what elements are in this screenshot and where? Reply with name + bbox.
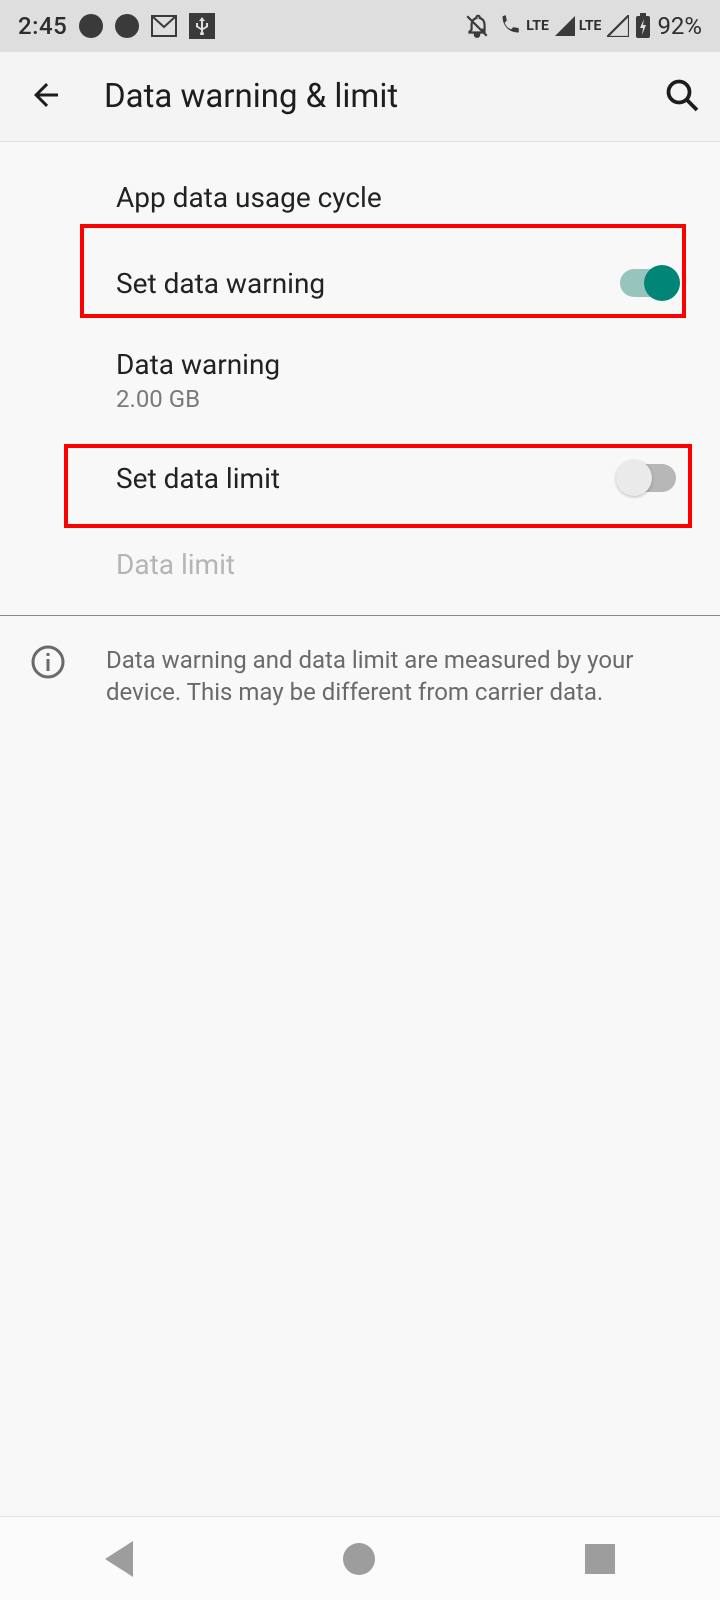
signal-strength-icon — [555, 16, 575, 36]
gmail-icon — [151, 15, 177, 37]
info-icon — [30, 644, 66, 709]
status-time: 2:45 — [18, 12, 67, 40]
row-label: Data limit — [116, 548, 235, 581]
messenger-notification-icon — [115, 14, 139, 38]
row-label: Set data warning — [116, 267, 620, 300]
row-label: Data warning — [116, 348, 280, 381]
signal-strength-empty-icon — [607, 15, 629, 37]
battery-percentage: 92% — [657, 12, 702, 40]
toggle-set-data-warning[interactable] — [620, 269, 676, 297]
row-data-warning[interactable]: Data warning 2.00 GB — [0, 326, 720, 435]
back-button[interactable] — [28, 77, 64, 117]
app-bar: Data warning & limit — [0, 52, 720, 142]
info-text: Data warning and data limit are measured… — [106, 644, 684, 709]
usb-icon — [189, 13, 215, 39]
page-title: Data warning & limit — [104, 77, 664, 116]
row-label: App data usage cycle — [116, 181, 382, 214]
toggle-set-data-limit[interactable] — [620, 464, 676, 492]
wifi-calling-icon — [496, 13, 522, 39]
nav-home-icon[interactable] — [343, 1543, 375, 1575]
nav-back-icon[interactable] — [105, 1541, 133, 1577]
dnd-off-icon — [464, 13, 490, 39]
network-lte-label: LTE — [526, 18, 549, 34]
messenger-notification-icon — [79, 14, 103, 38]
row-set-data-limit[interactable]: Set data limit — [0, 435, 720, 521]
row-app-data-usage-cycle[interactable]: App data usage cycle — [0, 154, 720, 240]
row-data-limit: Data limit — [0, 521, 720, 607]
search-button[interactable] — [664, 77, 700, 117]
status-bar: 2:45 LTE LTE 92% — [0, 0, 720, 52]
info-row: Data warning and data limit are measured… — [0, 616, 720, 733]
settings-list: App data usage cycle Set data warning Da… — [0, 142, 720, 733]
network-lte-label-2: LTE — [579, 18, 602, 34]
battery-charging-icon — [635, 13, 651, 39]
row-subtext: 2.00 GB — [116, 385, 200, 413]
row-label: Set data limit — [116, 462, 620, 495]
system-nav-bar — [0, 1516, 720, 1600]
row-set-data-warning[interactable]: Set data warning — [0, 240, 720, 326]
nav-recents-icon[interactable] — [585, 1544, 615, 1574]
